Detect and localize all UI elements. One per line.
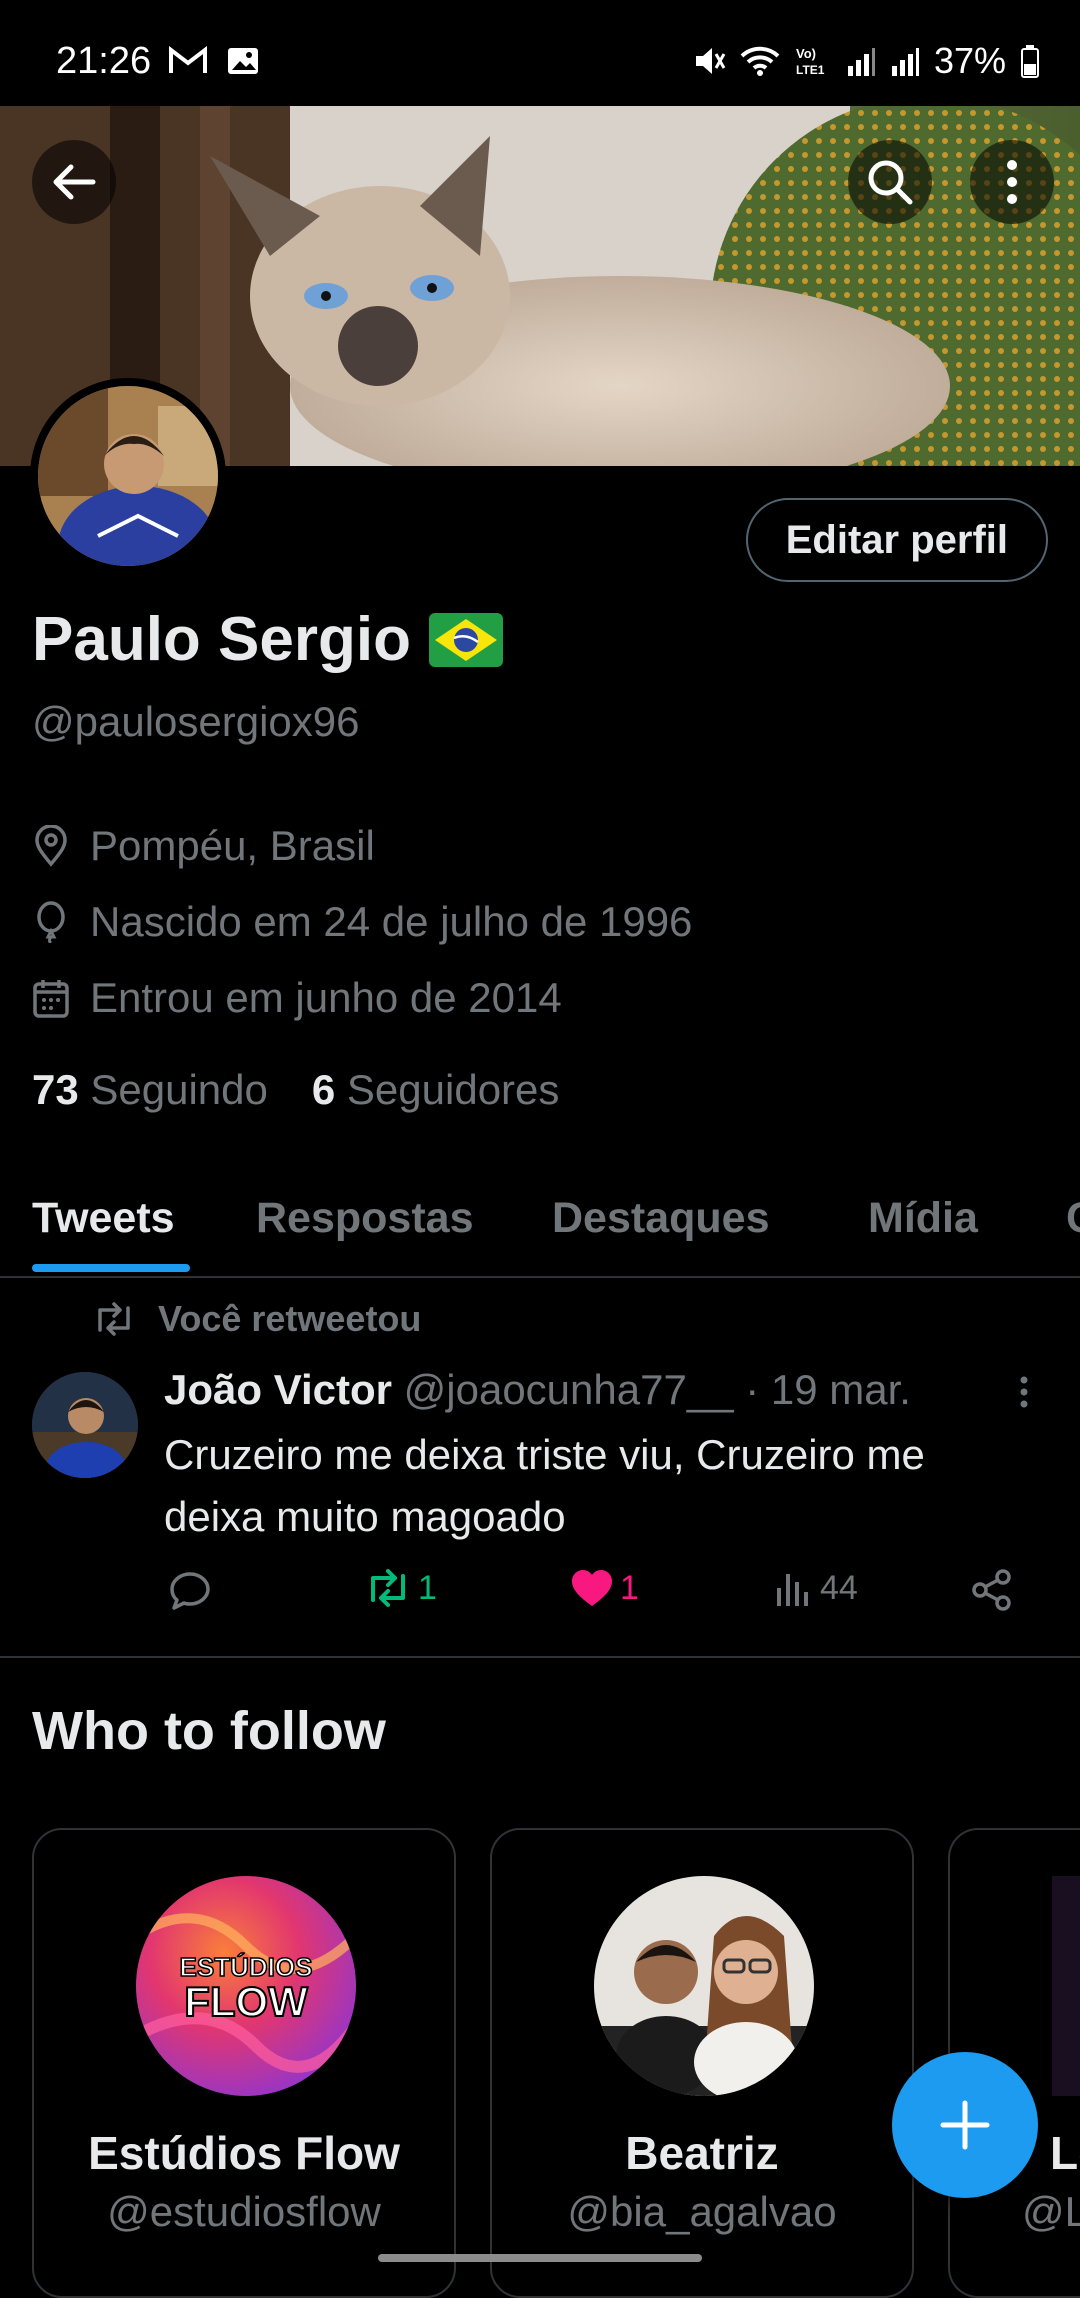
tab-replies[interactable]: Respostas bbox=[256, 1194, 473, 1243]
birth-text: Nascido em 24 de julho de 1996 bbox=[90, 898, 693, 945]
following-count: 73 bbox=[32, 1066, 79, 1113]
views-button[interactable]: 44 bbox=[774, 1568, 858, 1608]
svg-text:FLOW: FLOW bbox=[184, 1978, 308, 2025]
card-handle: @bia_agalvao bbox=[567, 2188, 837, 2235]
follow-card[interactable]: ESTÚDIOS FLOW Estúdios Flow @estudiosflo… bbox=[32, 1828, 456, 2298]
wifi-icon bbox=[740, 46, 780, 76]
retweet-note-text: Você retweetou bbox=[158, 1298, 422, 1339]
search-icon bbox=[868, 160, 913, 205]
mute-icon bbox=[695, 48, 726, 74]
more-vertical-icon bbox=[1020, 1376, 1028, 1408]
tweet-author-name[interactable]: João Victor bbox=[164, 1366, 392, 1413]
status-bar: 21:26 Vo) LTE1 37% bbox=[0, 0, 1080, 106]
retweet-button[interactable]: 1 bbox=[364, 1568, 437, 1608]
gmail-icon bbox=[169, 46, 207, 73]
location-pin-icon bbox=[35, 825, 67, 867]
arrow-left-icon bbox=[53, 164, 96, 200]
follow-card[interactable]: Beatriz @bia_agalvao bbox=[490, 1828, 914, 2298]
followers-label: Seguidores bbox=[346, 1066, 560, 1113]
location-text: Pompéu, Brasil bbox=[90, 822, 375, 869]
gallery-icon bbox=[228, 48, 258, 74]
reply-button[interactable] bbox=[168, 1568, 212, 1612]
card-name: Estúdios Flow bbox=[88, 2127, 400, 2179]
tab-tweets[interactable]: Tweets bbox=[32, 1194, 175, 1243]
signal-2-icon bbox=[891, 48, 919, 76]
follow-stats: 73 Seguindo 6 Seguidores bbox=[32, 1066, 559, 1114]
location-row: Pompéu, Brasil bbox=[32, 822, 375, 870]
joined-row: Entrou em junho de 2014 bbox=[32, 974, 562, 1022]
status-time: 21:26 bbox=[56, 40, 152, 82]
card-name: Beatriz bbox=[625, 2127, 779, 2179]
card-avatar bbox=[1052, 1876, 1080, 2096]
tweet-more-button[interactable] bbox=[1010, 1372, 1038, 1417]
share-button[interactable] bbox=[970, 1568, 1014, 1612]
tab-partial[interactable]: C bbox=[1066, 1194, 1080, 1243]
followers-link[interactable]: 6 Seguidores bbox=[312, 1066, 560, 1114]
following-link[interactable]: 73 Seguindo bbox=[32, 1066, 268, 1114]
edit-profile-button[interactable]: Editar perfil bbox=[745, 498, 1048, 582]
card-name: Le bbox=[1050, 2127, 1080, 2179]
heart-filled-icon bbox=[572, 1570, 612, 1606]
profile-name: Paulo Sergio bbox=[32, 605, 411, 674]
status-right: Vo) LTE1 37% bbox=[692, 40, 1040, 82]
card-handle: @L bbox=[1022, 2188, 1080, 2235]
tab-highlights[interactable]: Destaques bbox=[552, 1194, 769, 1243]
gesture-navigation-bar[interactable] bbox=[378, 2254, 702, 2262]
volte-icon: Vo) LTE1 bbox=[796, 46, 825, 77]
retweet-count: 1 bbox=[418, 1568, 437, 1607]
joined-text: Entrou em junho de 2014 bbox=[90, 974, 562, 1021]
svg-text:LTE1: LTE1 bbox=[796, 63, 825, 77]
tab-media[interactable]: Mídia bbox=[868, 1194, 978, 1243]
retweet-icon bbox=[371, 1569, 405, 1607]
profile-name-row: Paulo Sergio bbox=[32, 604, 503, 675]
status-notification-icons bbox=[168, 46, 260, 76]
battery-icon bbox=[1021, 45, 1039, 78]
more-vertical-icon bbox=[1007, 160, 1017, 204]
card-avatar: ESTÚDIOS FLOW bbox=[136, 1876, 356, 2096]
calendar-icon bbox=[33, 980, 69, 1018]
following-label: Seguindo bbox=[90, 1066, 268, 1113]
plus-icon bbox=[940, 2100, 990, 2150]
birth-row: Nascido em 24 de julho de 1996 bbox=[32, 898, 692, 946]
svg-text:Vo): Vo) bbox=[796, 46, 816, 61]
tweet-header: João Victor @joaocunha77__ · 19 mar. bbox=[164, 1366, 911, 1414]
views-count: 44 bbox=[820, 1568, 858, 1607]
battery-percent: 37% bbox=[933, 40, 1006, 81]
balloon-icon bbox=[37, 901, 65, 943]
retweet-icon bbox=[98, 1302, 130, 1336]
followers-count: 6 bbox=[311, 1066, 336, 1113]
who-to-follow-title: Who to follow bbox=[32, 1701, 386, 1761]
brazil-flag-icon bbox=[428, 612, 503, 667]
card-avatar bbox=[594, 1876, 814, 2096]
reply-icon bbox=[170, 1572, 210, 1610]
signal-1-icon bbox=[847, 48, 875, 76]
section-divider bbox=[0, 1656, 1080, 1658]
analytics-icon bbox=[777, 1574, 808, 1606]
profile-avatar[interactable] bbox=[30, 378, 226, 574]
more-options-button[interactable] bbox=[970, 140, 1054, 224]
tweet-date[interactable]: 19 mar. bbox=[771, 1366, 911, 1413]
tweet-separator: · bbox=[745, 1366, 760, 1413]
tweet-author-avatar[interactable] bbox=[32, 1372, 138, 1478]
profile-handle: @paulosergiox96 bbox=[32, 698, 360, 745]
active-tab-indicator bbox=[32, 1264, 190, 1272]
like-button[interactable]: 1 bbox=[570, 1568, 639, 1608]
profile-tabs: Tweets Respostas Destaques Mídia C bbox=[0, 1138, 1080, 1278]
tweet-actions: 1 1 44 bbox=[164, 1568, 1024, 1618]
retweet-note: Você retweetou bbox=[92, 1298, 421, 1340]
avatar-image bbox=[38, 386, 218, 566]
like-count: 1 bbox=[620, 1568, 639, 1607]
tweet-text: Cruzeiro me deixa triste viu, Cruzeiro m… bbox=[164, 1431, 925, 1540]
back-button[interactable] bbox=[32, 140, 116, 224]
search-button[interactable] bbox=[848, 140, 932, 224]
compose-tweet-button[interactable] bbox=[892, 2052, 1038, 2198]
share-icon bbox=[972, 1569, 1011, 1611]
tweet-author-handle[interactable]: @joaocunha77__ bbox=[404, 1366, 734, 1413]
card-handle: @estudiosflow bbox=[107, 2188, 381, 2235]
